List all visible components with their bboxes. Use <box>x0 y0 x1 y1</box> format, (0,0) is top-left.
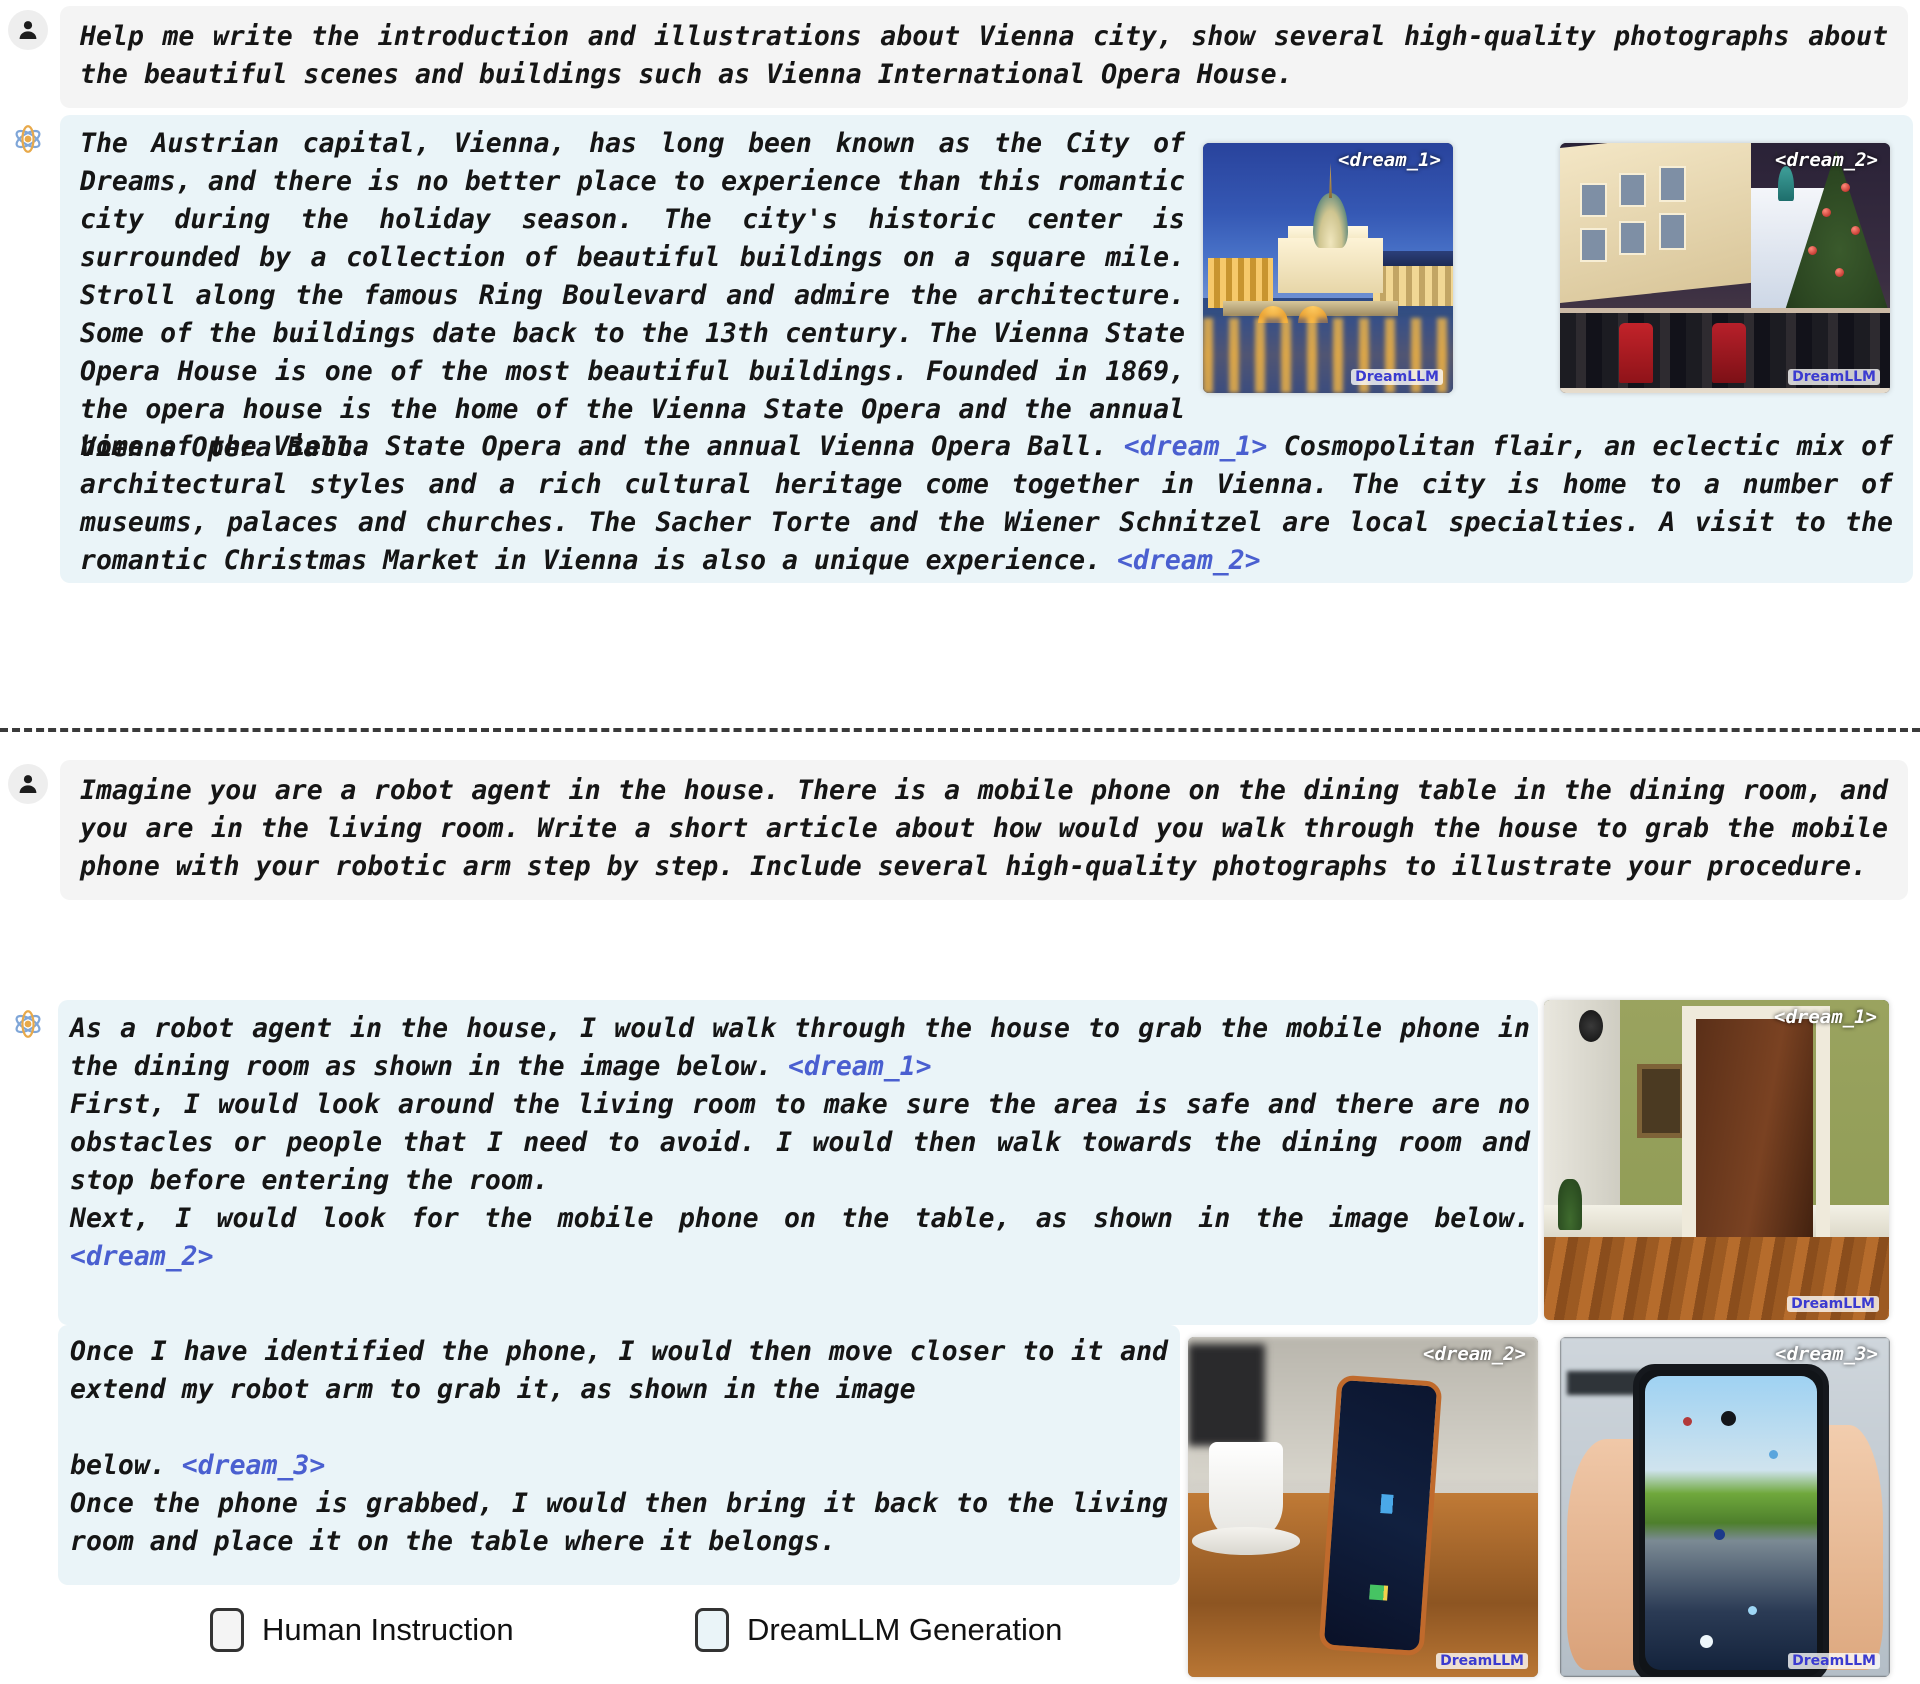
ai-text-1-tail: home of the Vienna State Opera and the a… <box>80 431 1108 462</box>
legend-human-instruction: Human Instruction <box>210 1608 514 1652</box>
image-content-phone-in-hand <box>1560 1337 1890 1677</box>
legend-label-human: Human Instruction <box>262 1612 514 1647</box>
human-message-bubble-1: Help me write the introduction and illus… <box>60 6 1908 108</box>
image-watermark: DreamLLM <box>1788 1653 1880 1669</box>
legend-label-ai: DreamLLM Generation <box>747 1612 1063 1647</box>
dreamllm-avatar-icon <box>8 1004 48 1044</box>
turn-human-1: Help me write the introduction and illus… <box>8 6 1913 108</box>
image-watermark: DreamLLM <box>1436 1653 1528 1669</box>
human-message-text-1: Help me write the introduction and illus… <box>80 21 1888 90</box>
image-content-hallway <box>1544 1000 1889 1320</box>
ai-message-text-2-line4b: below. <dream_3> <box>70 1447 1168 1485</box>
generated-image-vienna-christmas-market[interactable]: <dream_2> DreamLLM <box>1560 143 1890 393</box>
generated-image-vienna-river[interactable]: <dream_1> DreamLLM <box>1203 143 1453 393</box>
ai-text-2-c: Once I have identified the phone, I woul… <box>70 1336 1168 1405</box>
user-avatar-icon <box>8 764 48 804</box>
ai-message-text-2-line1: As a robot agent in the house, I would w… <box>70 1010 1530 1086</box>
image-content-christmas-market <box>1560 143 1890 393</box>
image-content-phone-on-table <box>1188 1337 1538 1677</box>
turn-human-2: Imagine you are a robot agent in the hou… <box>8 760 1913 900</box>
dream-token-2-2: <dream_2> <box>70 1241 214 1272</box>
dream-token-1-2: <dream_2> <box>1117 545 1261 576</box>
image-watermark: DreamLLM <box>1351 369 1443 385</box>
dream-token-2-1: <dream_1> <box>787 1051 932 1082</box>
image-content-vienna-river <box>1203 143 1453 393</box>
user-avatar-icon <box>8 10 48 50</box>
generated-image-phone-on-table[interactable]: <dream_2> DreamLLM <box>1188 1337 1538 1677</box>
ai-text-2-c2: below. <box>70 1450 166 1481</box>
image-tag-label: <dream_1> <box>1774 1006 1877 1028</box>
ai-message-text-1-para1: The Austrian capital, Vienna, has long b… <box>80 128 1185 463</box>
dream-token-2-3: <dream_3> <box>181 1450 326 1481</box>
image-tag-label: <dream_2> <box>1423 1343 1526 1365</box>
generated-image-hallway[interactable]: <dream_1> DreamLLM <box>1544 1000 1889 1320</box>
generated-image-phone-in-hand[interactable]: <dream_3> DreamLLM <box>1560 1337 1890 1677</box>
ai-message-text-2-line4: Once I have identified the phone, I woul… <box>70 1333 1168 1409</box>
image-tag-label: <dream_2> <box>1775 149 1878 171</box>
ai-message-text-2-line2: First, I would look around the living ro… <box>70 1089 1530 1196</box>
image-tag-label: <dream_1> <box>1338 149 1441 171</box>
image-watermark: DreamLLM <box>1788 369 1880 385</box>
dream-token-1-1: <dream_1> <box>1123 431 1268 462</box>
image-watermark: DreamLLM <box>1787 1296 1879 1312</box>
image-tag-label: <dream_3> <box>1775 1343 1878 1365</box>
legend-dreamllm-generation: DreamLLM Generation <box>695 1608 1062 1652</box>
ai-message-text-2-line3: Next, I would look for the mobile phone … <box>70 1200 1530 1276</box>
section-divider <box>0 728 1920 732</box>
ai-message-text-1-wrap: home of the Vienna State Opera and the a… <box>80 428 1893 580</box>
human-message-text-2: Imagine you are a robot agent in the hou… <box>80 775 1888 882</box>
human-message-bubble-2: Imagine you are a robot agent in the hou… <box>60 760 1908 900</box>
ai-message-text-2-line5: Once the phone is grabbed, I would then … <box>70 1488 1168 1557</box>
legend-swatch-human <box>210 1608 244 1652</box>
legend-swatch-ai <box>695 1608 729 1652</box>
dreamllm-avatar-icon <box>8 119 48 159</box>
ai-text-2-b: Next, I would look for the mobile phone … <box>70 1203 1530 1234</box>
